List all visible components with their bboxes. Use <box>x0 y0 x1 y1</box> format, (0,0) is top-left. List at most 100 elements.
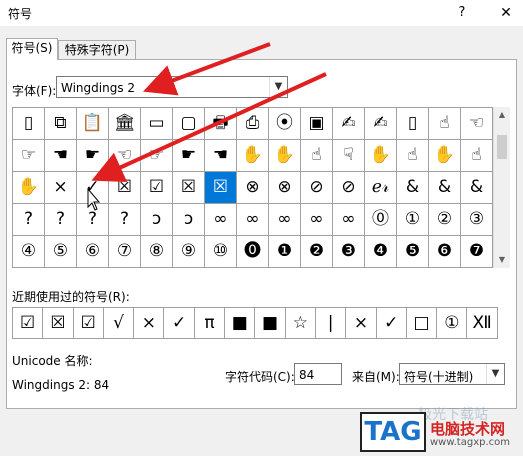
recent-symbol[interactable]: √ <box>103 308 135 338</box>
symbol-cell[interactable]: ▯ <box>13 108 45 140</box>
symbol-cell[interactable]: ❷ <box>301 236 333 268</box>
symbol-cell[interactable]: ☝ <box>397 140 429 172</box>
symbol-cell[interactable]: ⦿ <box>269 108 301 140</box>
char-code-input[interactable]: 84 <box>294 363 342 385</box>
symbol-cell[interactable]: ∞ <box>333 204 365 236</box>
symbol-cell[interactable]: ☟ <box>333 140 365 172</box>
recent-symbol[interactable]: | <box>316 308 347 338</box>
symbol-cell[interactable]: ⓿ <box>237 236 269 268</box>
chevron-down-icon[interactable]: ▼ <box>269 77 287 97</box>
symbol-cell[interactable]: ▭ <box>141 108 173 140</box>
close-button[interactable]: ✕ <box>496 3 516 23</box>
symbol-cell[interactable]: & <box>461 172 493 204</box>
recent-symbol[interactable]: π <box>194 308 226 338</box>
symbol-cell[interactable]: & <box>397 172 429 204</box>
symbol-cell[interactable]: ⑦ <box>109 236 141 268</box>
symbol-cell[interactable]: ▯ <box>397 108 429 140</box>
chevron-down-icon[interactable]: ▼ <box>486 364 504 384</box>
symbol-cell[interactable]: ⑤ <box>45 236 77 268</box>
symbol-cell[interactable]: ⊗ <box>237 172 269 204</box>
symbol-cell[interactable]: & <box>429 172 461 204</box>
symbol-cell[interactable]: ? <box>109 204 141 236</box>
symbol-cell[interactable]: ↄ <box>141 204 173 236</box>
symbol-cell[interactable]: ❹ <box>365 236 397 268</box>
symbol-cell[interactable]: ☝ <box>301 140 333 172</box>
symbol-cell[interactable]: ⑧ <box>141 236 173 268</box>
symbol-cell[interactable]: 🖶 <box>205 108 237 140</box>
symbol-cell[interactable]: ▣ <box>301 108 333 140</box>
recent-symbol[interactable]: ✓ <box>376 308 407 338</box>
symbol-cell[interactable]: ✋ <box>13 172 45 204</box>
symbol-cell[interactable]: ∞ <box>205 204 237 236</box>
symbol-cell-selected[interactable]: ☒ <box>205 172 237 204</box>
recent-symbol[interactable]: ① <box>437 308 468 338</box>
symbol-cell[interactable]: ▢ <box>173 108 205 140</box>
help-button[interactable]: ? <box>452 3 472 23</box>
symbol-cell[interactable]: ↄ <box>173 204 205 236</box>
symbol-cell[interactable]: ☒ <box>109 172 141 204</box>
font-select[interactable]: Wingdings 2 ▼ <box>56 76 288 98</box>
symbol-cell[interactable]: ⊘ <box>301 172 333 204</box>
recent-symbol[interactable]: ☑ <box>13 308 44 338</box>
grid-scrollbar[interactable]: ▲ ▼ <box>493 107 510 268</box>
symbol-cell[interactable]: ② <box>429 204 461 236</box>
recent-symbol[interactable]: ■ <box>255 308 286 338</box>
symbol-cell[interactable]: ☜ <box>109 140 141 172</box>
recent-symbol[interactable]: ☑ <box>73 308 104 338</box>
symbol-cell[interactable]: ✋ <box>237 140 269 172</box>
symbol-cell[interactable]: × <box>45 172 77 204</box>
symbol-cell[interactable]: ⑥ <box>77 236 109 268</box>
symbol-cell[interactable]: ∞ <box>301 204 333 236</box>
symbol-cell[interactable]: ℯ𝓇 <box>365 172 397 204</box>
scroll-thumb[interactable] <box>497 135 507 159</box>
scroll-up-icon[interactable]: ▲ <box>494 107 510 123</box>
symbol-cell[interactable]: ☞ <box>13 140 45 172</box>
symbol-cell[interactable]: ❶ <box>269 236 301 268</box>
symbol-cell[interactable]: ☛ <box>173 140 205 172</box>
symbol-cell[interactable]: ❻ <box>429 236 461 268</box>
symbol-cell[interactable]: ✋ <box>269 140 301 172</box>
symbol-cell[interactable]: ☒ <box>173 172 205 204</box>
symbol-cell[interactable]: 🏛 <box>109 108 141 140</box>
symbol-cell[interactable]: ⎙ <box>237 108 269 140</box>
from-select[interactable]: 符号(十进制) ▼ <box>399 363 505 385</box>
symbol-cell[interactable]: ∞ <box>269 204 301 236</box>
symbol-cell[interactable]: 📋 <box>77 108 109 140</box>
symbol-cell[interactable]: ☞ <box>141 140 173 172</box>
symbol-cell[interactable]: ⑩ <box>205 236 237 268</box>
symbol-cell[interactable]: ④ <box>13 236 45 268</box>
recent-symbol[interactable]: × <box>134 308 165 338</box>
recent-symbol[interactable]: ☆ <box>285 308 316 338</box>
symbol-cell[interactable]: ? <box>45 204 77 236</box>
symbol-cell[interactable]: ❼ <box>461 236 493 268</box>
scroll-down-icon[interactable]: ▼ <box>494 252 510 268</box>
symbol-cell[interactable]: ☛ <box>77 140 109 172</box>
symbol-cell[interactable]: ? <box>13 204 45 236</box>
symbol-cell[interactable]: ① <box>397 204 429 236</box>
symbol-cell[interactable]: ☑ <box>141 172 173 204</box>
symbol-cell[interactable]: ❸ <box>333 236 365 268</box>
symbol-cell[interactable]: ⧉ <box>45 108 77 140</box>
symbol-cell[interactable]: ☝ <box>429 108 461 140</box>
symbol-cell[interactable]: ✋ <box>365 140 397 172</box>
symbol-cell[interactable]: ☜ <box>461 108 493 140</box>
recent-symbol[interactable]: Ⅻ <box>467 308 498 338</box>
symbol-cell[interactable]: ⊗ <box>269 172 301 204</box>
recent-symbol[interactable]: ☒ <box>43 308 74 338</box>
symbol-cell[interactable]: ✓ <box>77 172 109 204</box>
symbol-cell[interactable]: ☚ <box>45 140 77 172</box>
symbol-cell[interactable]: ∞ <box>237 204 269 236</box>
symbol-cell[interactable]: ③ <box>461 204 493 236</box>
symbol-cell[interactable]: ✋ <box>429 140 461 172</box>
recent-symbol[interactable]: ✓ <box>164 308 195 338</box>
symbol-cell[interactable]: ❺ <box>397 236 429 268</box>
symbol-cell[interactable]: ? <box>77 204 109 236</box>
symbol-cell[interactable]: ☚ <box>205 140 237 172</box>
symbol-cell[interactable]: ⊘ <box>333 172 365 204</box>
symbol-cell[interactable]: ✍ <box>365 108 397 140</box>
recent-symbol[interactable]: □ <box>406 308 438 338</box>
symbol-cell[interactable]: ☝ <box>461 140 493 172</box>
tab-symbols[interactable]: 符号(S) <box>6 38 58 60</box>
recent-symbol[interactable]: × <box>346 308 377 338</box>
symbol-cell[interactable]: ✍ <box>333 108 365 140</box>
